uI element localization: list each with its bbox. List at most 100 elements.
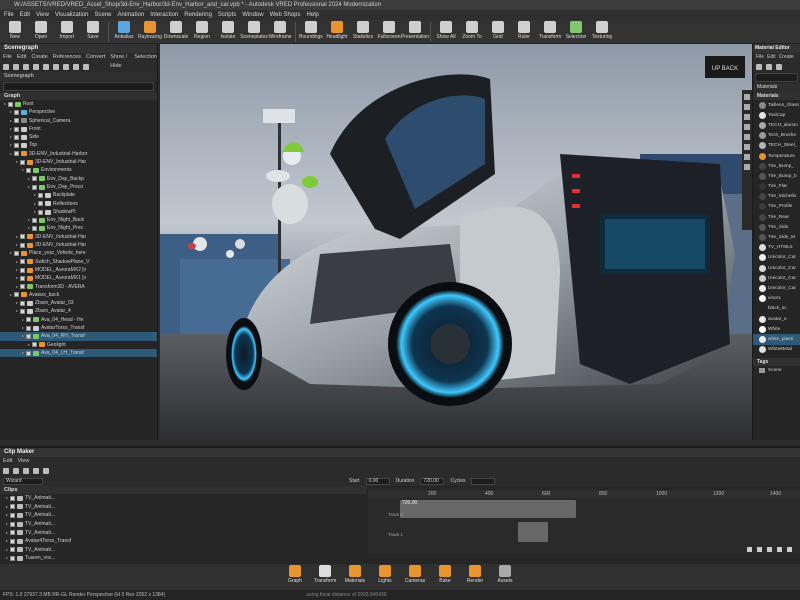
view-tool-icon[interactable] bbox=[744, 124, 750, 130]
visibility-checkbox[interactable] bbox=[32, 217, 37, 223]
skip-back-icon[interactable] bbox=[747, 547, 752, 552]
scenegraph-menu-item[interactable]: References bbox=[53, 53, 81, 62]
clip-item[interactable]: ▸Tuuren_voc... bbox=[0, 554, 366, 563]
import-button[interactable]: Import bbox=[54, 20, 80, 44]
material-item[interactable]: TV_HTML5 bbox=[753, 243, 800, 253]
clip-checkbox[interactable] bbox=[10, 495, 15, 501]
delete-icon[interactable] bbox=[53, 64, 59, 70]
visibility-checkbox[interactable] bbox=[26, 317, 31, 323]
play-icon[interactable] bbox=[757, 547, 762, 552]
clip-menu-item[interactable]: View bbox=[17, 457, 29, 466]
render-viewport[interactable]: UP BACK bbox=[160, 44, 752, 440]
save-button[interactable]: Save bbox=[80, 20, 106, 44]
visibility-checkbox[interactable] bbox=[20, 300, 25, 306]
clip-checkbox[interactable] bbox=[10, 512, 15, 518]
visibility-checkbox[interactable] bbox=[20, 309, 25, 315]
clip-bar[interactable]: 720.00 bbox=[400, 500, 576, 518]
region-button[interactable]: Region bbox=[189, 20, 215, 44]
menu-visualization[interactable]: Visualization bbox=[55, 10, 89, 20]
view-tool-icon[interactable] bbox=[744, 164, 750, 170]
module-cameras-button[interactable]: Cameras bbox=[403, 565, 427, 590]
link-icon[interactable] bbox=[43, 64, 49, 70]
visibility-checkbox[interactable] bbox=[20, 267, 25, 273]
material-item[interactable]: White bbox=[753, 324, 800, 334]
visibility-checkbox[interactable] bbox=[14, 292, 19, 298]
scenegraph-node[interactable]: ▸ Top bbox=[0, 141, 157, 149]
module-materials-button[interactable]: Materials bbox=[343, 565, 367, 590]
scenegraph-node[interactable]: ▸ 3D-ENV_Industrial-Har bbox=[0, 241, 157, 249]
clip-item[interactable]: ▸ TV_Animati... bbox=[0, 528, 366, 537]
module-render-button[interactable]: Render bbox=[463, 565, 487, 590]
visibility-checkbox[interactable] bbox=[20, 159, 25, 165]
material-item[interactable]: Tire_Flat bbox=[753, 182, 800, 192]
add-material-icon[interactable] bbox=[756, 64, 762, 70]
scenegraph-node[interactable]: ▸ Switch_ShadowPlane_V bbox=[0, 258, 157, 266]
delete-clip-icon[interactable] bbox=[43, 468, 49, 474]
material-item[interactable]: Tire_Michelin bbox=[753, 192, 800, 202]
grid-button[interactable]: Grid bbox=[485, 20, 511, 44]
material-item[interactable]: Tire_Side bbox=[753, 222, 800, 232]
module-lights-button[interactable]: Lights bbox=[373, 565, 397, 590]
visibility-checkbox[interactable] bbox=[14, 151, 19, 157]
visibility-checkbox[interactable] bbox=[38, 192, 43, 198]
antialias-button[interactable]: Antialias bbox=[111, 20, 137, 44]
scenegraph-node[interactable]: ▸ Spherical_Camera bbox=[0, 117, 157, 125]
visibility-checkbox[interactable] bbox=[32, 226, 37, 232]
visibility-checkbox[interactable] bbox=[32, 176, 37, 182]
scenegraph-node[interactable]: ▸ Reflections bbox=[0, 200, 157, 208]
scenegraph-node[interactable]: ▸ Env_Night_Prec bbox=[0, 224, 157, 232]
view-tool-icon[interactable] bbox=[744, 134, 750, 140]
scenegraph-node[interactable]: ▸ Ava_04_RH_Transf bbox=[0, 332, 157, 341]
open-button[interactable]: Open bbox=[28, 20, 54, 44]
statistics-button[interactable]: Statistics bbox=[350, 20, 376, 44]
material-item[interactable]: Unicolor_Car bbox=[753, 263, 800, 273]
visibility-checkbox[interactable] bbox=[14, 109, 19, 115]
clip-checkbox[interactable] bbox=[10, 547, 15, 553]
scenegraph-node[interactable]: ▸ Front bbox=[0, 125, 157, 133]
clip-menu-item[interactable]: Edit bbox=[3, 457, 12, 466]
scenegraph-node[interactable]: ▸ Side bbox=[0, 133, 157, 141]
visibility-checkbox[interactable] bbox=[20, 275, 25, 281]
visibility-checkbox[interactable] bbox=[14, 126, 19, 132]
clip-item[interactable]: ▸ TV_Animati... bbox=[0, 511, 366, 520]
clip-checkbox[interactable] bbox=[10, 504, 15, 510]
module-bake-button[interactable]: Bake bbox=[433, 565, 457, 590]
material-item[interactable]: Tire_Side_M bbox=[753, 232, 800, 242]
menu-scene[interactable]: Scene bbox=[95, 10, 112, 20]
transform-icon[interactable] bbox=[13, 64, 19, 70]
visibility-checkbox[interactable] bbox=[8, 101, 13, 107]
raytracing-button[interactable]: Raytracing bbox=[137, 20, 163, 44]
material-menu-item[interactable]: Create bbox=[779, 53, 794, 62]
clip-item[interactable]: ▸ Avatar4Torso_Transf bbox=[0, 537, 366, 546]
scenegraph-node[interactable]: ▸ Environments bbox=[0, 166, 157, 174]
visibility-checkbox[interactable] bbox=[32, 184, 37, 190]
transform-button[interactable]: Transform bbox=[537, 20, 563, 44]
visibility-checkbox[interactable] bbox=[14, 143, 19, 149]
clip-item[interactable]: ▸ TV_Animati... bbox=[0, 520, 366, 529]
material-item[interactable]: WhiteMetal bbox=[753, 345, 800, 355]
visibility-checkbox[interactable] bbox=[20, 234, 25, 240]
menu-rendering[interactable]: Rendering bbox=[184, 10, 212, 20]
menu-animation[interactable]: Animation bbox=[118, 10, 145, 20]
wizard-dropdown[interactable]: Wizard bbox=[3, 477, 43, 485]
material-item[interactable]: Temperature bbox=[753, 151, 800, 161]
view-tool-icon[interactable] bbox=[744, 114, 750, 120]
visibility-checkbox[interactable] bbox=[26, 325, 31, 331]
loop-icon[interactable] bbox=[787, 547, 792, 552]
visibility-checkbox[interactable] bbox=[14, 250, 19, 256]
material-item[interactable]: Tire_Bump_ bbox=[753, 161, 800, 171]
scenegraph-node[interactable]: ▸ 3D-ENV_Industrial-Har bbox=[0, 158, 157, 166]
scenegraph-search-input[interactable] bbox=[3, 82, 154, 91]
material-item[interactable]: Tech_Brushe bbox=[753, 131, 800, 141]
sceneplates-button[interactable]: Sceneplates bbox=[240, 20, 268, 44]
presentation-button[interactable]: Presentation bbox=[401, 20, 429, 44]
scenegraph-node[interactable]: ▸ MODEL_AuroraMX2 [v bbox=[0, 266, 157, 274]
track-1-clip[interactable] bbox=[518, 522, 548, 542]
scenegraph-node[interactable]: ▸ Avatars_back bbox=[0, 291, 157, 299]
isolate-button[interactable]: Isolate bbox=[215, 20, 241, 44]
view-tool-icon[interactable] bbox=[744, 154, 750, 160]
clip-item[interactable]: ▸ TV_Animati... bbox=[0, 503, 366, 512]
view-tool-icon[interactable] bbox=[744, 144, 750, 150]
visibility-checkbox[interactable] bbox=[20, 259, 25, 265]
scenegraph-node[interactable]: ▸ Ava_04_Head - He bbox=[0, 316, 157, 324]
